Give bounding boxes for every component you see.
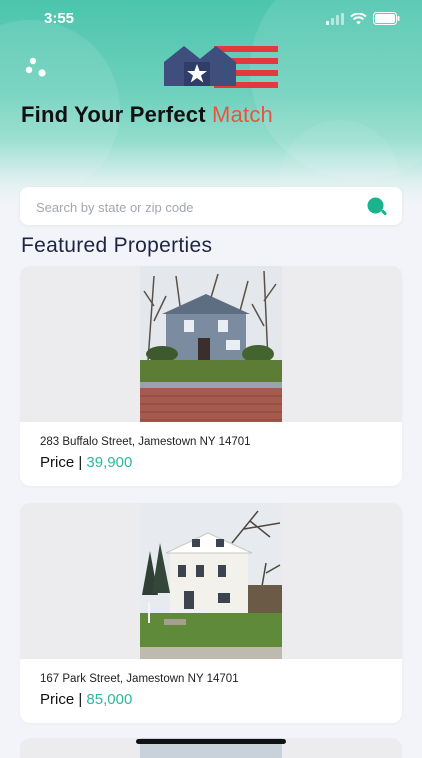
headline-main: Find Your Perfect xyxy=(21,102,213,127)
price-value: 39,900 xyxy=(86,454,133,471)
property-photo xyxy=(140,503,282,659)
property-address: 283 Buffalo Street, Jamestown NY 14701 xyxy=(40,436,251,448)
wifi-icon xyxy=(350,12,367,30)
property-image-area xyxy=(20,503,402,659)
property-card[interactable]: 167 Park Street, Jamestown NY 14701 Pric… xyxy=(20,503,402,723)
property-price: Price | 39,900 xyxy=(40,454,132,471)
menu-dots-icon[interactable] xyxy=(24,56,52,80)
app-logo xyxy=(162,44,280,88)
headline-accent: Match xyxy=(212,102,273,127)
battery-icon xyxy=(373,12,400,30)
section-title: Featured Properties xyxy=(21,234,213,257)
search-icon[interactable] xyxy=(366,196,388,218)
property-price: Price | 85,000 xyxy=(40,691,132,708)
home-indicator xyxy=(136,739,286,744)
signal-icon xyxy=(326,12,344,30)
property-photo xyxy=(140,266,282,422)
price-value: 85,000 xyxy=(86,691,133,708)
price-label: Price | xyxy=(40,691,87,708)
search-input[interactable] xyxy=(34,196,358,218)
property-card[interactable]: 283 Buffalo Street, Jamestown NY 14701 P… xyxy=(20,266,402,486)
search-bar xyxy=(20,187,402,225)
status-bar: 3:55 xyxy=(0,0,422,40)
property-image-area xyxy=(20,266,402,422)
status-time: 3:55 xyxy=(44,10,75,27)
page-headline: Find Your Perfect Match xyxy=(21,102,273,128)
property-address: 167 Park Street, Jamestown NY 14701 xyxy=(40,673,239,685)
price-label: Price | xyxy=(40,454,87,471)
